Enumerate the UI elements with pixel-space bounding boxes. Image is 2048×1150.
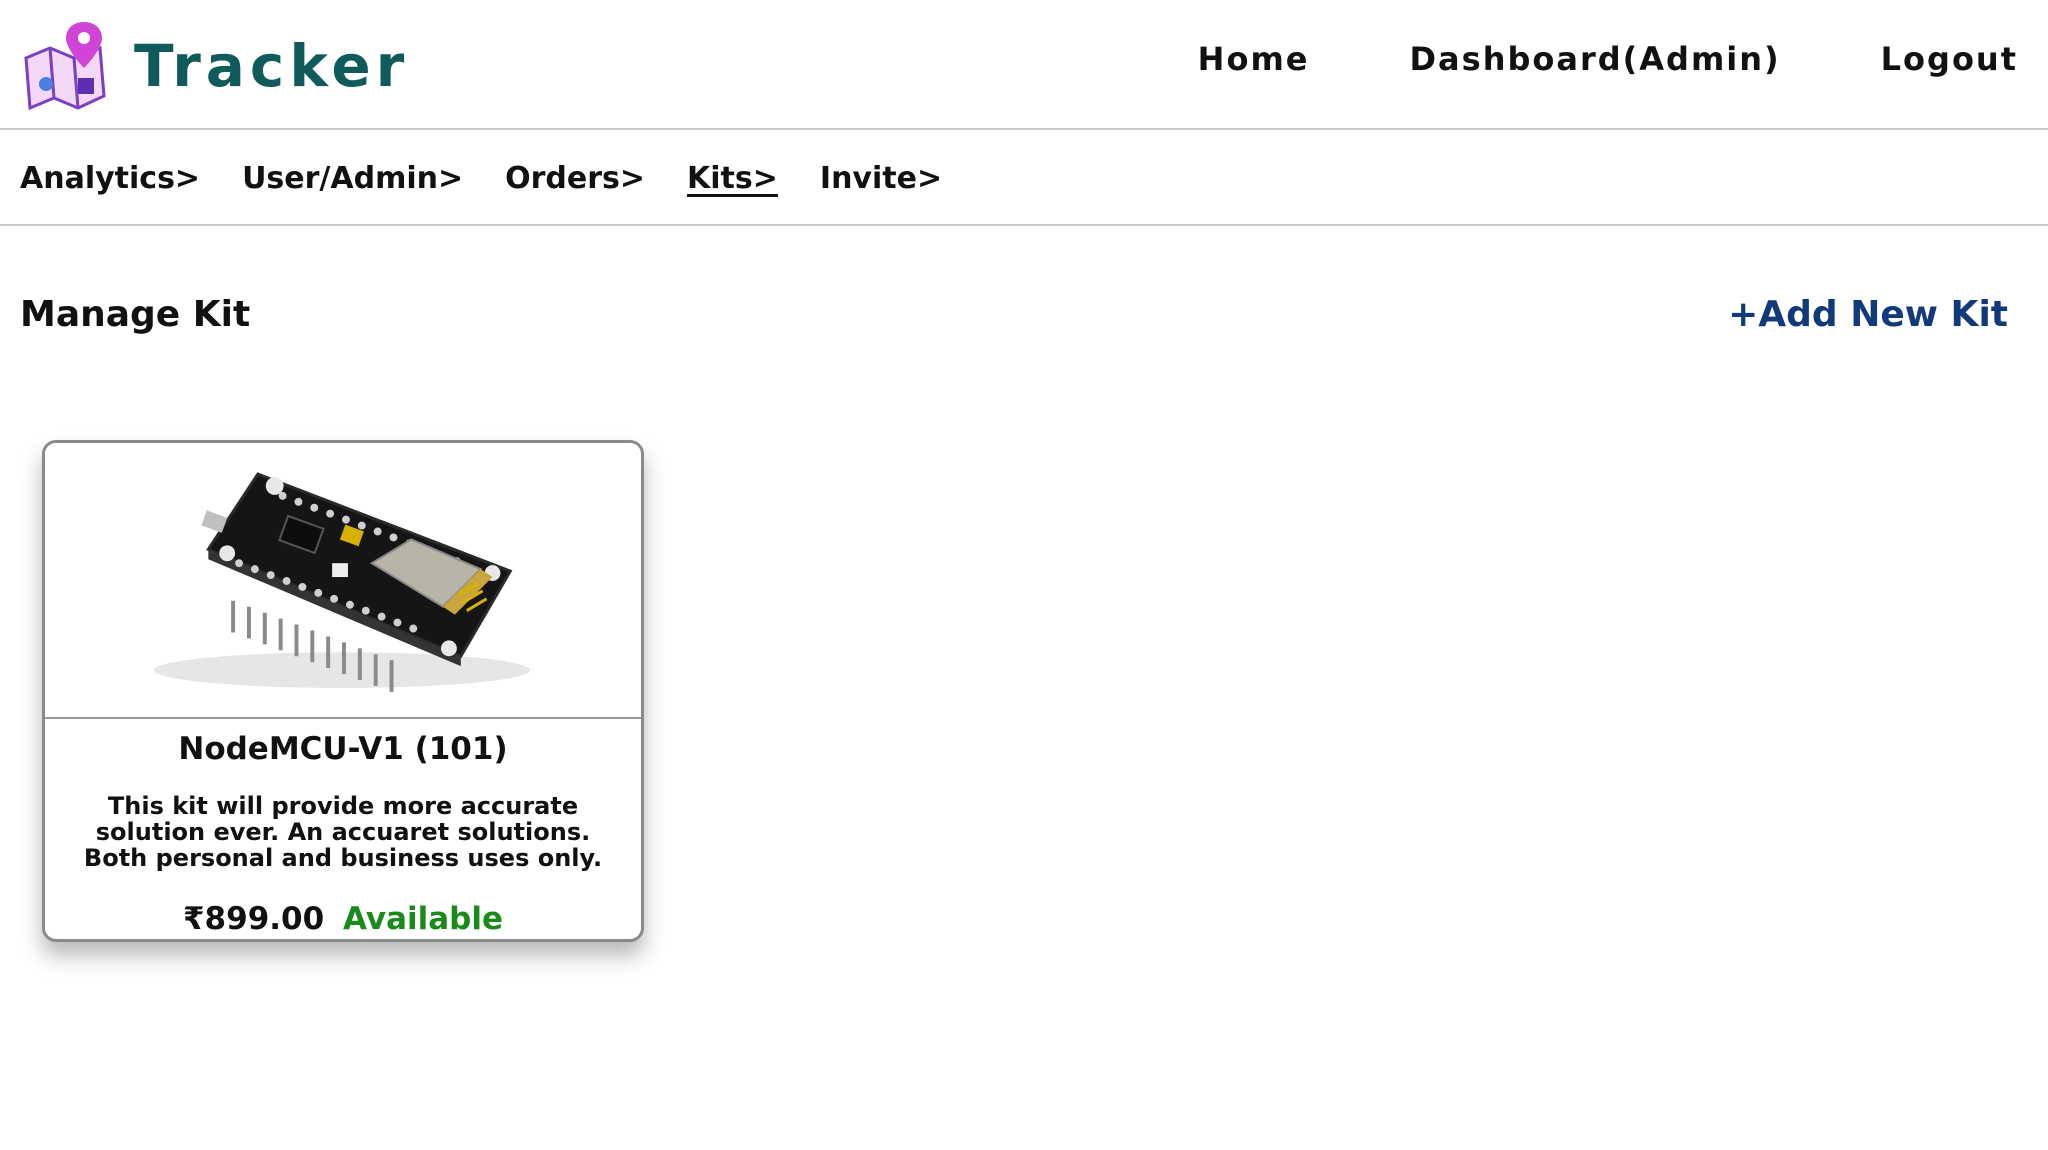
map-pin-logo-icon: [24, 22, 106, 111]
top-header: Tracker Home Dashboard(Admin) Logout: [0, 0, 2048, 130]
subnav-kits[interactable]: Kits>: [687, 161, 778, 196]
subnav-analytics[interactable]: Analytics>: [20, 161, 200, 196]
brand-name: Tracker: [134, 31, 410, 100]
kit-footer: ₹899.00 Available: [45, 901, 641, 937]
add-new-kit-button[interactable]: +Add New Kit: [1728, 294, 2008, 335]
kit-status-badge: Available: [342, 901, 504, 937]
nav-dashboard-link[interactable]: Dashboard(Admin): [1409, 40, 1780, 78]
page-title: Manage Kit: [20, 294, 251, 335]
nodemcu-board-icon: [153, 472, 531, 692]
kit-name: NodeMCU-V1 (101): [178, 731, 508, 767]
subnav-invite[interactable]: Invite>: [820, 161, 942, 196]
subnav-user-admin[interactable]: User/Admin>: [242, 161, 463, 196]
kit-description: This kit will provide more accurate solu…: [83, 792, 603, 872]
kit-image: [45, 443, 641, 719]
brand[interactable]: Tracker: [20, 18, 409, 113]
top-nav: Home Dashboard(Admin) Logout: [1098, 40, 2018, 78]
kit-card[interactable]: NodeMCU-V1 (101) This kit will provide m…: [42, 440, 644, 942]
sub-nav: Analytics> User/Admin> Orders> Kits> Inv…: [0, 132, 2048, 226]
subnav-orders[interactable]: Orders>: [505, 161, 645, 196]
nav-logout-link[interactable]: Logout: [1881, 40, 2018, 78]
kit-price: ₹899.00: [182, 901, 325, 937]
nav-home-link[interactable]: Home: [1198, 40, 1310, 78]
